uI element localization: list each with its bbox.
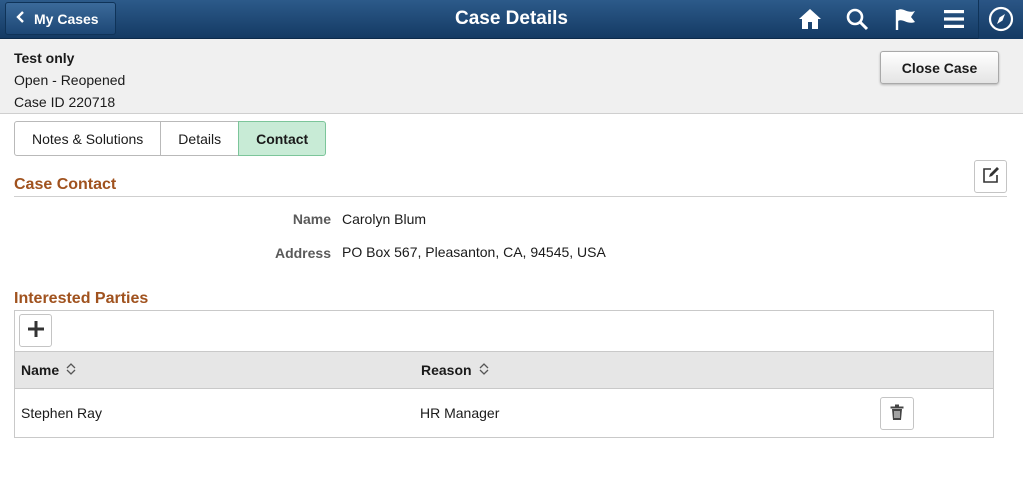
back-to-my-cases-button[interactable]: My Cases [5,2,116,35]
close-case-button[interactable]: Close Case [880,51,999,84]
trash-icon [890,404,904,424]
contact-address-value: PO Box 567, Pleasanton, CA, 94545, USA [342,244,606,260]
edit-icon [982,166,1000,187]
section-divider [14,196,1007,197]
column-header-reason-label: Reason [421,362,472,378]
sort-icon [66,362,76,379]
navbar-compass-icon[interactable] [987,5,1015,33]
party-name-cell: Stephen Ray [21,405,102,421]
search-icon[interactable] [843,5,871,33]
case-status: Open - Reopened [14,72,126,88]
tab-bar: Notes & Solutions Details Contact [14,121,327,156]
grid-header-row: Name Reason [15,351,993,389]
back-button-label: My Cases [34,10,99,27]
column-header-name-label: Name [21,362,60,378]
case-id: Case ID 220718 [14,94,116,110]
edit-contact-button[interactable] [974,160,1007,193]
flag-icon[interactable] [892,5,920,33]
name-label: Name [292,211,331,227]
column-header-name[interactable]: Name [21,352,76,388]
table-row: Stephen Ray HR Manager [15,389,993,437]
party-reason-cell: HR Manager [420,405,500,421]
case-title: Test only [14,50,75,66]
chevron-left-icon [16,11,25,26]
address-label: Address [274,245,331,261]
interested-parties-heading: Interested Parties [14,290,149,307]
tab-details[interactable]: Details [160,121,240,156]
delete-row-button[interactable] [880,397,914,430]
tab-notes-solutions[interactable]: Notes & Solutions [14,121,162,156]
interested-parties-grid: Name Reason Stephen Ray HR Manager [14,310,994,438]
case-contact-heading: Case Contact [14,176,117,193]
case-header: Test only Open - Reopened Case ID 220718… [0,39,1023,114]
contact-name-value: Carolyn Blum [342,211,427,227]
plus-icon [27,320,45,341]
sort-icon [479,362,489,379]
column-header-reason[interactable]: Reason [421,352,489,388]
top-navigation-bar: My Cases Case Details [0,0,1023,39]
tab-contact[interactable]: Contact [238,121,327,156]
add-party-button[interactable] [19,314,52,347]
home-icon[interactable] [796,5,824,33]
menu-icon[interactable] [940,5,968,33]
